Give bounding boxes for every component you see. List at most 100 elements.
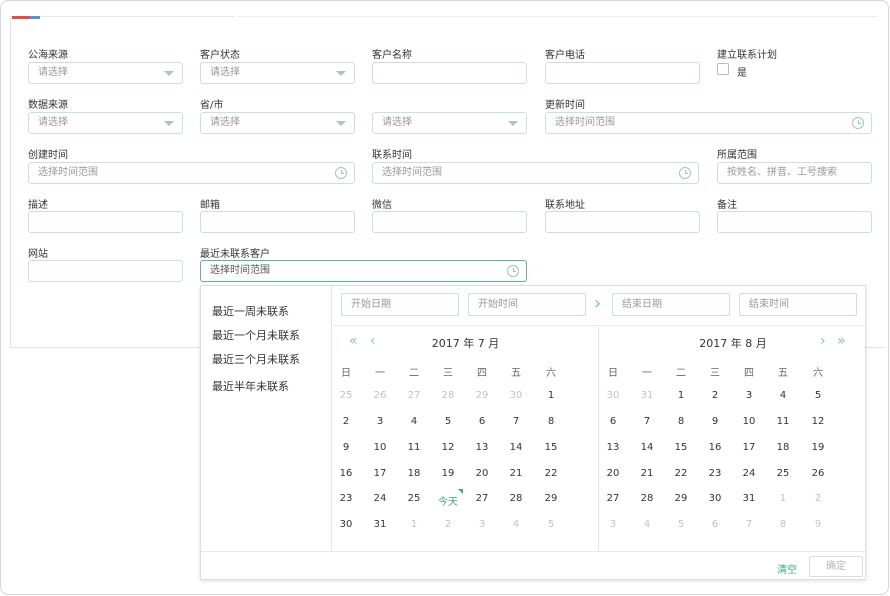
end-time-input[interactable]: 结束时间 <box>739 293 857 316</box>
day-cell[interactable]: 21 <box>630 468 664 479</box>
day-cell[interactable]: 19 <box>431 468 465 479</box>
day-cell[interactable]: 27 <box>465 493 499 504</box>
scope-search-input[interactable]: 按姓名、拼音、工号搜索 <box>717 162 872 184</box>
day-cell[interactable]: 8 <box>664 416 698 427</box>
day-cell[interactable]: 17 <box>363 468 397 479</box>
shortcut-last-week[interactable]: 最近一周未联系 <box>212 303 289 319</box>
day-cell[interactable]: 23 <box>698 468 732 479</box>
day-cell[interactable]: 4 <box>766 390 800 401</box>
day-cell[interactable]: 30 <box>329 519 363 530</box>
customer-status-select[interactable]: 请选择 <box>200 62 355 84</box>
day-cell[interactable]: 31 <box>732 493 766 504</box>
day-cell[interactable]: 23 <box>329 493 363 504</box>
day-cell[interactable]: 9 <box>329 442 363 453</box>
end-date-input[interactable]: 结束日期 <box>612 293 730 316</box>
day-cell[interactable]: 15 <box>664 442 698 453</box>
shortcut-last-three-months[interactable]: 最近三个月未联系 <box>212 351 300 367</box>
create-time-range[interactable]: 选择时间范围 <box>28 162 355 184</box>
day-cell[interactable]: 27 <box>397 390 431 401</box>
sea-source-select[interactable]: 请选择 <box>28 62 183 84</box>
day-cell[interactable]: 30 <box>596 390 630 401</box>
day-cell[interactable]: 4 <box>630 519 664 530</box>
email-input[interactable] <box>200 211 355 233</box>
day-cell[interactable]: 2 <box>698 390 732 401</box>
clear-button[interactable]: 清空 <box>777 561 797 576</box>
day-cell[interactable]: 20 <box>465 468 499 479</box>
day-cell[interactable]: 12 <box>431 442 465 453</box>
day-cell[interactable]: 17 <box>732 442 766 453</box>
wechat-input[interactable] <box>372 211 527 233</box>
day-cell[interactable]: 10 <box>363 442 397 453</box>
day-cell[interactable]: 26 <box>801 468 835 479</box>
day-cell[interactable]: 6 <box>596 416 630 427</box>
city-select[interactable]: 请选择 <box>372 112 527 134</box>
day-cell[interactable]: 25 <box>329 390 363 401</box>
day-cell[interactable]: 8 <box>766 519 800 530</box>
day-cell[interactable]: 5 <box>801 390 835 401</box>
day-cell[interactable]: 2 <box>431 519 465 530</box>
day-cell[interactable]: 14 <box>630 442 664 453</box>
day-cell[interactable]: 28 <box>431 390 465 401</box>
day-cell[interactable]: 7 <box>630 416 664 427</box>
day-cell[interactable]: 1 <box>397 519 431 530</box>
day-cell[interactable]: 5 <box>431 416 465 427</box>
day-cell[interactable]: 4 <box>397 416 431 427</box>
day-cell[interactable]: 20 <box>596 468 630 479</box>
day-cell[interactable]: 16 <box>698 442 732 453</box>
day-cell[interactable]: 13 <box>465 442 499 453</box>
website-input[interactable] <box>28 260 183 282</box>
day-cell[interactable]: 28 <box>630 493 664 504</box>
day-cell[interactable]: 24 <box>732 468 766 479</box>
day-cell[interactable]: 3 <box>732 390 766 401</box>
shortcut-last-half-year[interactable]: 最近半年未联系 <box>212 378 289 394</box>
start-time-input[interactable]: 开始时间 <box>468 293 586 316</box>
day-cell[interactable]: 12 <box>801 416 835 427</box>
description-input[interactable] <box>28 211 183 233</box>
double-chevron-right-icon[interactable]: » <box>837 333 846 349</box>
contact-time-range[interactable]: 选择时间范围 <box>372 162 699 184</box>
today-cell[interactable]: 今天 <box>431 493 465 508</box>
confirm-button[interactable]: 确定 <box>809 556 863 577</box>
customer-name-input[interactable] <box>372 62 527 84</box>
day-cell[interactable]: 1 <box>534 390 568 401</box>
contact-plan-checkbox[interactable] <box>717 63 729 75</box>
day-cell[interactable]: 31 <box>630 390 664 401</box>
day-cell[interactable]: 4 <box>499 519 533 530</box>
day-cell[interactable]: 6 <box>698 519 732 530</box>
day-cell[interactable]: 15 <box>534 442 568 453</box>
day-cell[interactable]: 2 <box>329 416 363 427</box>
day-cell[interactable]: 29 <box>534 493 568 504</box>
chevron-right-icon[interactable]: › <box>820 333 826 349</box>
day-cell[interactable]: 5 <box>664 519 698 530</box>
day-cell[interactable]: 14 <box>499 442 533 453</box>
customer-phone-input[interactable] <box>545 62 700 84</box>
day-cell[interactable]: 21 <box>499 468 533 479</box>
province-select[interactable]: 请选择 <box>200 112 355 134</box>
day-cell[interactable]: 7 <box>732 519 766 530</box>
day-cell[interactable]: 11 <box>766 416 800 427</box>
day-cell[interactable]: 2 <box>801 493 835 504</box>
remark-input[interactable] <box>717 211 872 233</box>
day-cell[interactable]: 3 <box>465 519 499 530</box>
day-cell[interactable]: 29 <box>664 493 698 504</box>
day-cell[interactable]: 19 <box>801 442 835 453</box>
start-date-input[interactable]: 开始日期 <box>341 293 459 316</box>
day-cell[interactable]: 31 <box>363 519 397 530</box>
day-cell[interactable]: 9 <box>698 416 732 427</box>
day-cell[interactable]: 25 <box>397 493 431 504</box>
day-cell[interactable]: 30 <box>698 493 732 504</box>
day-cell[interactable]: 3 <box>596 519 630 530</box>
day-cell[interactable]: 29 <box>465 390 499 401</box>
day-cell[interactable]: 27 <box>596 493 630 504</box>
day-cell[interactable]: 11 <box>397 442 431 453</box>
day-cell[interactable]: 22 <box>534 468 568 479</box>
day-cell[interactable]: 5 <box>534 519 568 530</box>
shortcut-last-month[interactable]: 最近一个月未联系 <box>212 327 300 343</box>
day-cell[interactable]: 30 <box>499 390 533 401</box>
day-cell[interactable]: 16 <box>329 468 363 479</box>
day-cell[interactable]: 25 <box>766 468 800 479</box>
day-cell[interactable]: 6 <box>465 416 499 427</box>
day-cell[interactable]: 1 <box>766 493 800 504</box>
day-cell[interactable]: 24 <box>363 493 397 504</box>
recent-uncontacted-range[interactable]: 选择时间范围 <box>200 260 527 282</box>
